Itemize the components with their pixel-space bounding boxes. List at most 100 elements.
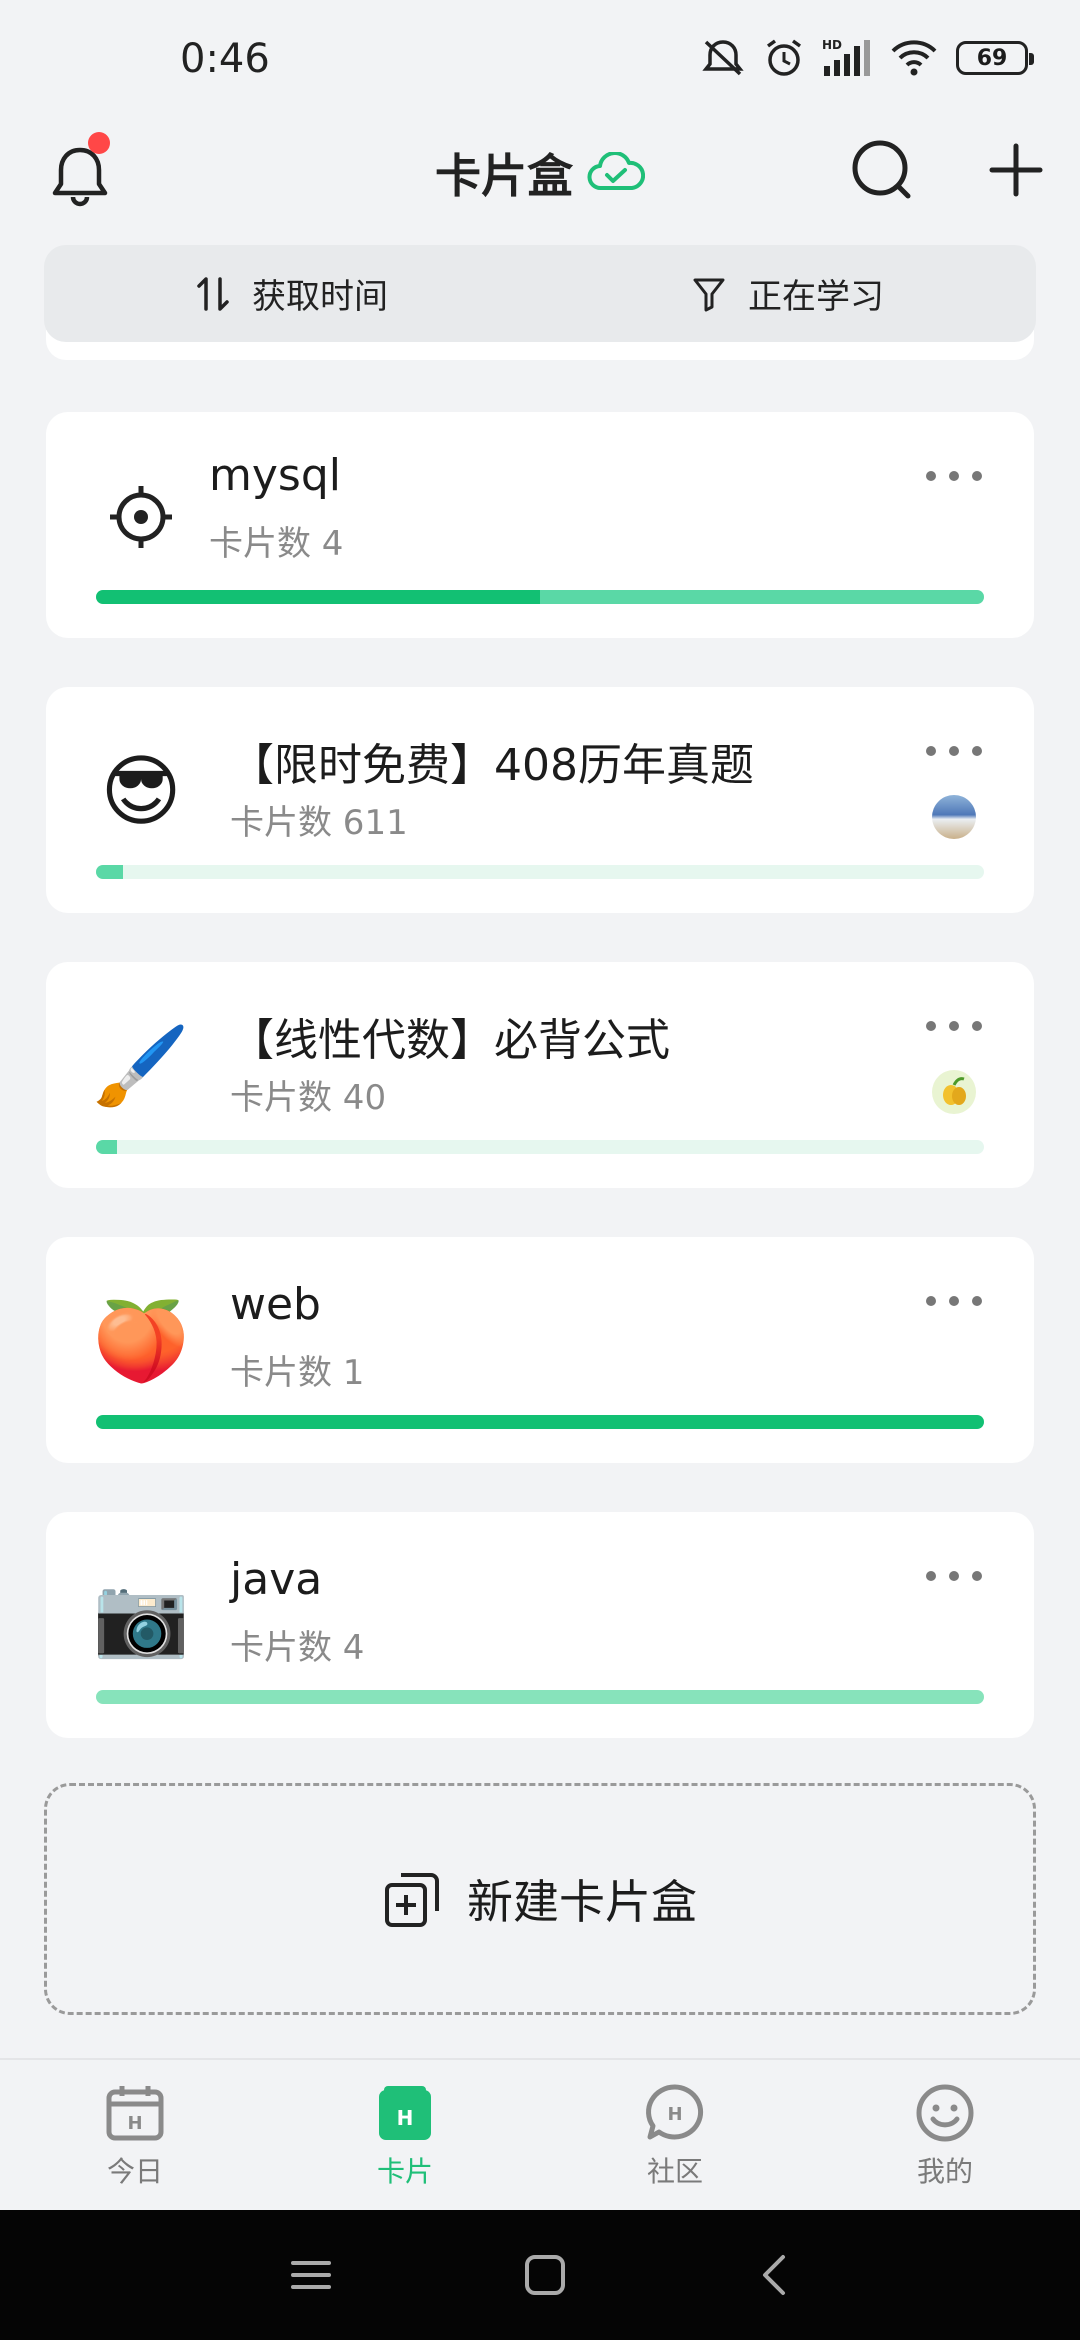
card-box-item[interactable]: 📷 java 卡片数 4	[46, 1512, 1034, 1738]
tab-label: 社区	[646, 2155, 703, 2188]
more-options-button[interactable]	[926, 739, 982, 763]
progress-bar	[96, 865, 984, 879]
more-options-button[interactable]	[926, 1289, 982, 1313]
dot	[972, 1571, 982, 1581]
app-header: 卡片盒	[0, 120, 1080, 230]
progress-learning	[96, 1140, 118, 1154]
dot	[949, 1571, 959, 1581]
progress-learning	[96, 865, 123, 879]
card-count: 卡片数 40	[230, 1078, 387, 1118]
dot	[949, 471, 959, 481]
search-button[interactable]	[848, 136, 916, 204]
card-title: mysql	[209, 450, 341, 501]
ocean-avatar	[932, 795, 976, 839]
card-box-item[interactable]: 😎 【限时免费】408历年真题 卡片数 611	[46, 687, 1034, 913]
progress-learning	[96, 1690, 984, 1704]
tab-me[interactable]: 我的	[810, 2060, 1080, 2210]
status-icons: HD 69	[700, 38, 1034, 78]
add-box-icon	[385, 1873, 439, 1927]
progress-bar	[96, 590, 984, 604]
new-card-box-button[interactable]: 新建卡片盒	[44, 1783, 1036, 2015]
filter-bar: 获取时间 正在学习	[44, 245, 1036, 342]
menu-icon[interactable]	[289, 2255, 333, 2295]
signal-hd-icon: HD	[822, 38, 870, 76]
calendar-icon: H	[106, 2086, 164, 2141]
system-nav-bar	[0, 2210, 1080, 2340]
card-title: 【线性代数】必背公式	[230, 1015, 670, 1066]
sort-icon	[197, 276, 229, 311]
battery-icon: 69	[956, 41, 1034, 75]
svg-text:H: H	[397, 2106, 414, 2130]
progress-learning	[540, 590, 984, 604]
bottom-nav: H 今日 H 卡片 H 社区 我的	[0, 2058, 1080, 2210]
progress-learned	[96, 1415, 984, 1429]
card-box-icon: H	[379, 2086, 431, 2140]
dot	[972, 471, 982, 481]
dot	[926, 1296, 936, 1306]
progress-bar	[96, 1140, 984, 1154]
back-icon[interactable]	[757, 2253, 791, 2297]
add-button[interactable]	[982, 136, 1050, 204]
dot	[972, 1021, 982, 1031]
sunglasses-emoji-icon: 😎	[100, 747, 182, 837]
card-count: 卡片数 4	[209, 524, 344, 564]
svg-text:H: H	[127, 2113, 142, 2134]
status-bar: 0:46 HD 69	[0, 0, 1080, 120]
tab-label: 我的	[916, 2155, 973, 2188]
more-options-button[interactable]	[926, 1564, 982, 1588]
dot	[949, 1021, 959, 1031]
battery-level: 69	[976, 45, 1008, 71]
dot	[972, 746, 982, 756]
title-group: 卡片盒	[0, 140, 1080, 206]
more-options-button[interactable]	[926, 464, 982, 488]
svg-text:H: H	[667, 2104, 682, 2125]
card-count: 卡片数 4	[230, 1628, 365, 1668]
dot	[949, 1296, 959, 1306]
peach-emoji-icon: 🍑	[92, 1297, 190, 1387]
card-box-item[interactable]: 🍑 web 卡片数 1	[46, 1237, 1034, 1463]
lemon-avatar	[932, 1070, 976, 1114]
filter-icon	[693, 278, 725, 311]
tab-label: 今日	[106, 2155, 163, 2188]
cloud-check-icon	[587, 152, 645, 190]
alarm-icon	[766, 39, 802, 76]
tab-cards[interactable]: H 卡片	[270, 2060, 540, 2210]
dot	[926, 746, 936, 756]
home-icon[interactable]	[523, 2253, 567, 2297]
card-title: 【限时免费】408历年真题	[230, 740, 754, 791]
gear-icon	[98, 474, 184, 560]
camera-emoji-icon: 📷	[92, 1572, 190, 1662]
smile-icon	[916, 2084, 974, 2142]
more-options-button[interactable]	[926, 1014, 982, 1038]
dot	[926, 1021, 936, 1031]
dot	[949, 746, 959, 756]
sort-label: 获取时间	[252, 277, 388, 317]
new-card-box-label: 新建卡片盒	[467, 1875, 697, 1929]
status-time: 0:46	[180, 36, 270, 82]
sort-button[interactable]: 获取时间	[44, 245, 540, 342]
card-count: 卡片数 611	[230, 803, 408, 843]
filter-label: 正在学习	[748, 277, 884, 317]
progress-learned	[96, 590, 540, 604]
tab-today[interactable]: H 今日	[0, 2060, 270, 2210]
progress-bar	[96, 1415, 984, 1429]
tab-community[interactable]: H 社区	[540, 2060, 810, 2210]
tab-label: 卡片	[376, 2155, 433, 2188]
search-icon	[852, 140, 911, 199]
card-title: java	[230, 1554, 323, 1605]
card-count: 卡片数 1	[230, 1353, 365, 1393]
paintbrush-emoji-icon: 🖌️	[92, 1022, 190, 1112]
card-box-item[interactable]: 🖌️ 【线性代数】必背公式 卡片数 40	[46, 962, 1034, 1188]
dot	[972, 1296, 982, 1306]
page-title: 卡片盒	[435, 149, 573, 203]
svg-text:HD: HD	[822, 38, 842, 52]
card-title: web	[230, 1279, 321, 1330]
filter-button[interactable]: 正在学习	[540, 245, 1036, 342]
plus-icon	[989, 143, 1043, 197]
card-box-item[interactable]: mysql 卡片数 4	[46, 412, 1034, 638]
mute-icon	[702, 40, 744, 76]
progress-bar	[96, 1690, 984, 1704]
chat-icon: H	[646, 2084, 704, 2140]
dot	[926, 1571, 936, 1581]
dot	[926, 471, 936, 481]
